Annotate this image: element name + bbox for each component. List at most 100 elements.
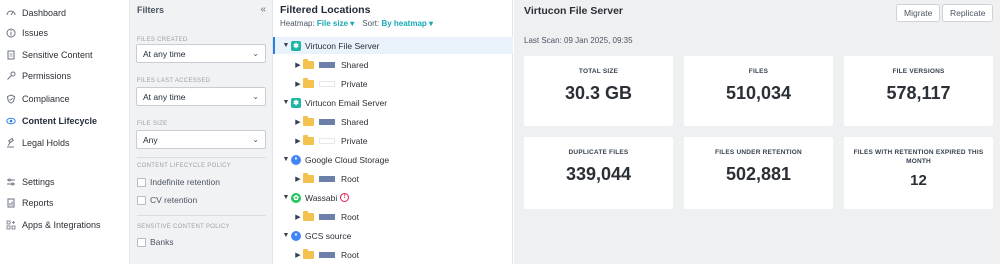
nav-item-settings[interactable]: Settings [6, 174, 55, 190]
stat-label: FILES WITH RETENTION EXPIRED THIS MONTH [853, 149, 984, 165]
tree-node-label: Root [341, 173, 359, 184]
tree-node-label: Root [341, 249, 359, 260]
files-last-accessed-value: At any time [143, 91, 186, 102]
tree-node-label: Wassabi [305, 192, 338, 203]
main-nav: Dashboard Issues Sensitive Content Permi… [0, 0, 130, 264]
shield-check-icon [6, 94, 16, 104]
stat-label: TOTAL SIZE [578, 68, 619, 75]
folder-icon [303, 210, 314, 221]
wasabi-icon: ✿ [291, 192, 301, 203]
heatmap-bar [319, 118, 335, 125]
sensitive-policy-label: SENSITIVE CONTENT POLICY [137, 224, 230, 230]
files-last-accessed-select[interactable]: At any time ⌄ [136, 87, 266, 106]
nav-item-permissions[interactable]: Permissions [6, 68, 71, 84]
nav-label: Compliance [22, 94, 70, 104]
checkbox[interactable] [137, 237, 146, 247]
nav-item-reports[interactable]: Reports [6, 195, 54, 211]
file-size-value: Any [143, 134, 158, 145]
heatmap-bar [319, 251, 335, 258]
folder-icon [303, 77, 314, 88]
files-created-select[interactable]: At any time ⌄ [136, 44, 266, 63]
caret-right-icon[interactable]: ▶ [293, 80, 303, 88]
tree-node-folder[interactable]: ▶ Shared [273, 113, 513, 130]
caret-right-icon[interactable]: ▶ [293, 213, 303, 221]
tree-node-folder[interactable]: ▶ Root [273, 170, 513, 187]
warning-icon: ! [340, 193, 350, 202]
caret-right-icon[interactable]: ▶ [293, 175, 303, 183]
heatmap-dropdown[interactable]: File size ▾ [317, 19, 354, 28]
caret-right-icon[interactable]: ▶ [293, 137, 303, 145]
tree-node-location[interactable]: ▼ ✱ Virtucon Email Server [273, 94, 513, 111]
nav-item-legal-holds[interactable]: Legal Holds [6, 135, 70, 151]
caret-down-icon[interactable]: ▼ [281, 156, 291, 163]
google-cloud-icon: • [291, 230, 301, 241]
checkbox-cv-retention[interactable]: CV retention [137, 195, 197, 205]
caret-right-icon[interactable]: ▶ [293, 61, 303, 69]
caret-down-icon[interactable]: ▼ [281, 194, 291, 201]
lifecycle-icon [6, 116, 16, 126]
heatmap-bar [319, 61, 335, 68]
tree-node-folder[interactable]: ▶ Private [273, 132, 513, 149]
checkbox[interactable] [137, 195, 146, 205]
caret-down-icon[interactable]: ▼ [281, 42, 291, 49]
migrate-button[interactable]: Migrate [896, 4, 941, 22]
divider [137, 215, 266, 216]
document-icon [6, 50, 16, 60]
dashboard-icon [6, 8, 16, 18]
nav-item-issues[interactable]: Issues [6, 25, 48, 41]
stat-card-files-under-retention: FILES UNDER RETENTION 502,881 [684, 137, 833, 209]
tree-node-label: Private [341, 135, 368, 146]
last-scan-text: Last Scan: 09 Jan 2025, 09:35 [524, 36, 633, 45]
nav-label: Sensitive Content [22, 50, 93, 60]
tree-node-folder[interactable]: ▶ Root [273, 246, 513, 263]
heatmap-bar [319, 213, 335, 220]
tree-node-folder[interactable]: ▶ Private [273, 75, 513, 92]
caret-right-icon[interactable]: ▶ [293, 251, 303, 259]
caret-right-icon[interactable]: ▶ [293, 118, 303, 126]
replicate-button[interactable]: Replicate [942, 4, 994, 22]
chevron-down-icon: ⌄ [252, 92, 259, 101]
caret-down-icon[interactable]: ▼ [281, 99, 291, 106]
file-size-label: FILE SIZE [137, 121, 168, 127]
server-details: Virtucon File Server Migrate Replicate L… [514, 0, 1000, 264]
stat-card-files: FILES 510,034 [684, 56, 833, 126]
files-created-label: FILES CREATED [137, 37, 188, 43]
tree-controls: Heatmap: File size ▾ Sort: By heatmap ▾ [280, 19, 433, 28]
stat-value: 578,117 [886, 83, 951, 103]
checkbox-indefinite-retention[interactable]: Indefinite retention [137, 177, 220, 187]
tree-title: Filtered Locations [280, 4, 371, 16]
tree-node-location[interactable]: ▼ • Google Cloud Storage [273, 151, 513, 168]
nav-item-content-lifecycle[interactable]: Content Lifecycle [6, 113, 97, 129]
files-created-value: At any time [143, 48, 186, 59]
collapse-panel-icon[interactable]: « [260, 4, 266, 15]
lifecycle-policy-label: CONTENT LIFECYCLE POLICY [137, 163, 232, 169]
tree-node-label: Root [341, 211, 359, 222]
tree-node-folder[interactable]: ▶ Shared [273, 56, 513, 73]
stat-value: 502,881 [725, 164, 792, 184]
folder-icon [303, 172, 314, 183]
key-icon [6, 71, 16, 81]
tree-node-location[interactable]: ▼ • GCS source [273, 227, 513, 244]
stat-label: FILES [748, 68, 769, 75]
sort-dropdown[interactable]: By heatmap ▾ [381, 19, 433, 28]
caret-down-icon[interactable]: ▼ [281, 232, 291, 239]
file-size-select[interactable]: Any ⌄ [136, 130, 266, 149]
google-cloud-icon: • [291, 154, 301, 165]
checkbox-banks[interactable]: Banks [137, 237, 174, 247]
nav-item-dashboard[interactable]: Dashboard [6, 5, 66, 21]
tree-node-location[interactable]: ▼ ✱ Virtucon File Server [273, 37, 513, 54]
checkbox[interactable] [137, 177, 146, 187]
nav-item-sensitive-content[interactable]: Sensitive Content [6, 47, 93, 63]
checkbox-label: Banks [150, 237, 174, 247]
nav-item-apps-integrations[interactable]: Apps & Integrations [6, 217, 101, 233]
nav-label: Reports [22, 198, 54, 208]
tree-node-folder[interactable]: ▶ Root [273, 208, 513, 225]
gavel-icon [6, 138, 16, 148]
stat-value: 339,044 [565, 164, 632, 184]
sliders-icon [6, 177, 16, 187]
nav-label: Issues [22, 28, 49, 38]
tree-node-label: Virtucon File Server [305, 40, 380, 51]
nav-item-compliance[interactable]: Compliance [6, 91, 70, 107]
tree-node-location[interactable]: ▼ ✿ Wassabi! [273, 189, 513, 206]
stat-label: FILES UNDER RETENTION [715, 149, 802, 156]
